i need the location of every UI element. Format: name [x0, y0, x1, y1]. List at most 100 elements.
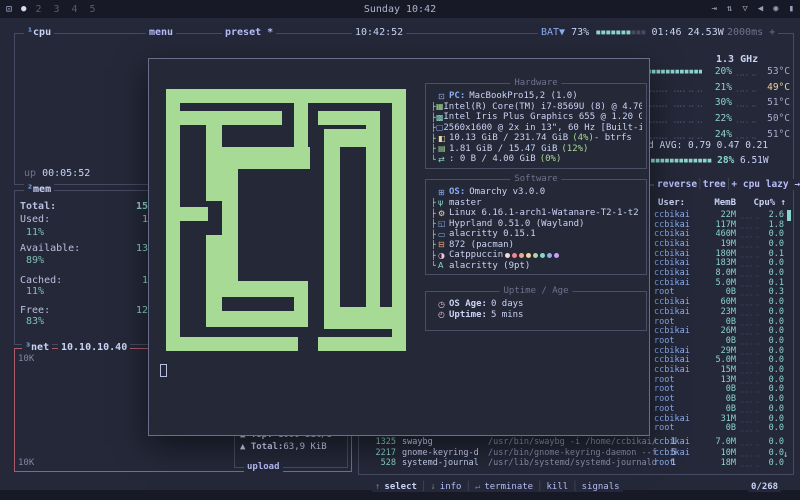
proc-user: ccbikai — [654, 210, 702, 220]
preset-button[interactable]: preset * — [222, 27, 276, 38]
proc-user: root — [654, 317, 702, 327]
proc-pid: 528 — [368, 458, 396, 468]
process-row[interactable]: ccbikai5.0M⣀⣀⡀⣀0.1 — [654, 278, 786, 288]
proc-header-cpu[interactable]: Cpu% ↑ — [736, 198, 786, 208]
row-text: 1.81 GiB / 15.47 GiB — [449, 144, 557, 154]
proc-cpu-graph: ⣀⣀⡀⣀ — [736, 279, 764, 287]
proc-cpu: 0.0 — [764, 404, 784, 414]
core-temp-value: 50°C — [758, 113, 790, 124]
process-row[interactable]: root0B⣀⣀⡀⣀0.0 — [654, 385, 786, 395]
theme-icon: ◑ — [438, 251, 449, 260]
proc-header-user[interactable]: User: — [658, 198, 685, 208]
mem-box-title: ²mem — [24, 184, 54, 195]
uptime-label: up — [24, 168, 36, 179]
core-usage-graph: ⢀⣀⣀⡀⢀⣀⡀⣀⢀⡀ — [646, 113, 702, 124]
update-interval[interactable]: 2000ms + — [724, 27, 778, 38]
core-usage-graph: ⢀⣀⣀⡀⢀⣀⡀⣀⢀⡀ — [646, 82, 702, 93]
section-title: Hardware — [510, 78, 561, 88]
menu-button[interactable]: menu — [146, 27, 176, 38]
hotkey-info[interactable]: info — [440, 482, 462, 492]
row-label: OS: — [449, 187, 465, 197]
color-swatch — [540, 253, 545, 258]
hotkey-signals[interactable]: signals — [582, 482, 620, 492]
sort-column-button[interactable]: + cpu lazy → — [731, 179, 800, 190]
proc-mem: 0B — [702, 317, 736, 327]
display-icon: ▢ — [436, 123, 444, 132]
row-label: OS Age: — [449, 299, 487, 309]
fastfetch-row: ├ψmaster — [431, 198, 642, 209]
fastfetch-row: ├▭alacritty 0.15.1 — [431, 229, 642, 240]
process-row[interactable]: ccbikai15M⣀⣀⡀⣀0.0 — [654, 365, 786, 375]
process-row[interactable]: ccbikai180M⣀⣀⡀⣀0.1 — [654, 249, 786, 259]
mem-percent: 11% — [26, 227, 44, 238]
process-row[interactable]: ccbikai31M⣀⣀⡀⣀0.0 — [654, 414, 786, 424]
proc-user: ccbikai — [654, 448, 702, 458]
ports-icon[interactable]: ⇅ — [727, 4, 732, 14]
process-row[interactable]: ccbikai19M⣀⣀⡀⣀0.0 — [654, 239, 786, 249]
process-row[interactable]: root13M⣀⣀⡀⣀0.0 — [654, 375, 786, 385]
proc-cpu: 2.6 — [764, 210, 784, 220]
net-address[interactable]: 10.10.10.40 — [58, 342, 130, 353]
process-row[interactable]: root0B⣀⣀⡀⣀0.0 — [654, 394, 786, 404]
proc-cpu: 0.0 — [764, 448, 784, 458]
row-percent: (12%) — [561, 144, 588, 154]
proc-mem: 60M — [702, 297, 736, 307]
proc-cpu: 0.0 — [764, 239, 784, 249]
process-row[interactable]: ccbikai183M⣀⣀⡀⣀0.0 — [654, 259, 786, 269]
process-row[interactable]: ccbikai26M⣀⣀⡀⣀0.0 — [654, 326, 786, 336]
sort-reverse-button[interactable]: reverse — [657, 179, 697, 190]
hint-separator: │ — [421, 482, 426, 492]
process-row[interactable]: ccbikai8.0M⣀⣀⡀⣀0.0 — [654, 268, 786, 278]
process-row[interactable]: ccbikai60M⣀⣀⡀⣀0.0 — [654, 297, 786, 307]
process-row[interactable]: root18M⣀⣀⡀⣀0.0 — [654, 459, 786, 469]
process-row[interactable]: root0B⣀⣀⡀⣀0.0 — [654, 317, 786, 327]
process-row[interactable]: root0B⣀⣀⡀⣀0.0 — [654, 336, 786, 346]
process-row[interactable]: ccbikai5.0M⣀⣀⡀⣀0.0 — [654, 356, 786, 366]
hotkey-terminate[interactable]: terminate — [484, 482, 533, 492]
proc-cpu-graph: ⣀⣀⡀⣀ — [736, 385, 764, 393]
hotkey-kill[interactable]: kill — [547, 482, 569, 492]
process-row[interactable]: ccbikai22M⣀⣀⡀⣀2.6 — [654, 210, 786, 220]
logout-icon[interactable]: ⇥ — [711, 4, 716, 14]
volume-icon[interactable]: ◀ — [758, 4, 763, 14]
process-row[interactable]: ccbikai7.0M⣀⣀⡀⣀0.0 — [654, 437, 786, 447]
fastfetch-window[interactable]: Hardware⊡PC:MacBookPro15,2 (1.0)├▦Intel(… — [148, 58, 650, 436]
fastfetch-row: ├▢2560x1600 @ 2x in 13", 60 Hz [Built-in… — [431, 123, 642, 134]
scroll-down-arrow[interactable]: ↓ — [783, 450, 788, 460]
process-row[interactable]: root0B⣀⣀⡀⣀0.0 — [654, 423, 786, 433]
process-row[interactable]: ccbikai23M⣀⣀⡀⣀0.0 — [654, 307, 786, 317]
color-swatch — [505, 253, 510, 258]
mem-label-text: Available: — [20, 243, 80, 254]
proc-user: ccbikai — [654, 258, 702, 268]
process-row-detail[interactable]: 1325swaybg/usr/bin/swaybg -i /home/ccbik… — [368, 437, 676, 447]
process-row[interactable]: root0B⣀⣀⡀⣀0.0 — [654, 404, 786, 414]
proc-scrollbar[interactable] — [787, 210, 791, 221]
core-temp-value: 49°C — [758, 82, 790, 93]
net-upload-tab[interactable]: upload — [244, 462, 283, 472]
proc-cpu-graph: ⣀⣀⡀⣀ — [736, 269, 764, 277]
clock[interactable]: Sunday 10:42 — [0, 4, 800, 15]
net-box-label: net — [31, 342, 49, 353]
process-row[interactable]: ccbikai29M⣀⣀⡀⣀0.0 — [654, 346, 786, 356]
row-text: MacBookPro15,2 (1.0) — [469, 91, 577, 101]
proc-mem: 180M — [702, 249, 736, 259]
battery-icon[interactable]: ▮ — [789, 4, 794, 14]
process-row[interactable]: root0B⣀⣀⡀⣀0.3 — [654, 288, 786, 298]
process-row[interactable]: ccbikai117M⣀⣀⡀⣀1.8 — [654, 220, 786, 230]
system-tray: ⇥ ⇅ ▽ ◀ ◉ ▮ — [711, 4, 794, 14]
tree-view-button[interactable]: tree — [703, 179, 726, 190]
proc-header-mem[interactable]: MemB — [702, 198, 736, 208]
proc-user: root — [654, 423, 702, 433]
process-row-detail[interactable]: 2217gnome-keyring-d/usr/bin/gnome-keyrin… — [368, 448, 676, 458]
settings-icon[interactable]: ◉ — [773, 4, 778, 14]
kernel-icon: ⚙ — [438, 209, 449, 218]
proc-cpu: 1.8 — [764, 220, 784, 230]
process-row-detail[interactable]: 528systemd-journal/usr/lib/systemd/syste… — [368, 459, 676, 469]
tree-connector: ├ — [431, 251, 438, 260]
proc-user: ccbikai — [654, 355, 702, 365]
process-row[interactable]: ccbikai460M⣀⣀⡀⣀0.0 — [654, 229, 786, 239]
proc-controls: reverse│tree│+ cpu lazy → — [654, 179, 800, 190]
process-row[interactable]: ccbikai10M⣀⣀⡀⣀0.0 — [654, 448, 786, 458]
wifi-icon[interactable]: ▽ — [742, 4, 747, 14]
hotkey-select[interactable]: select — [384, 482, 417, 492]
